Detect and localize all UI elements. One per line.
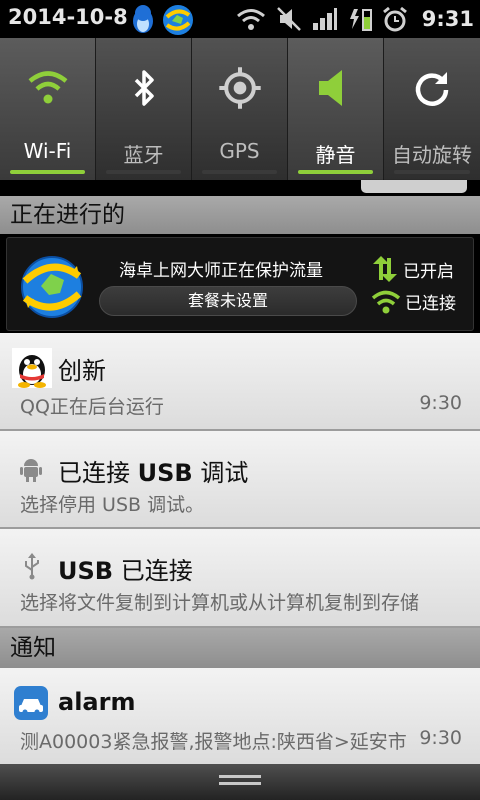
notification-usb-connected[interactable]: USB 已连接 选择将文件复制到计算机或从计算机复制到存储	[0, 529, 480, 628]
wifi-icon	[371, 290, 401, 314]
toggle-state-indicator	[394, 170, 470, 174]
promo-title: 海卓上网大师正在保护流量	[119, 261, 323, 281]
quick-toggle-label: GPS	[219, 139, 260, 163]
quick-settings-panel: Wi-Fi 蓝牙 GPS 静音 自动旋转	[0, 38, 480, 180]
charging-battery-icon	[349, 9, 372, 31]
toggle-state-indicator	[106, 170, 181, 174]
quick-toggle-label: 蓝牙	[123, 143, 164, 167]
quick-toggle-wifi[interactable]: Wi-Fi	[0, 38, 96, 180]
wifi-status-row: 已连接	[371, 286, 456, 316]
quick-toggle-bluetooth[interactable]: 蓝牙	[96, 38, 192, 180]
title-bold-text: USB	[58, 557, 114, 585]
auto-rotate-icon	[415, 72, 449, 106]
toggle-state-indicator	[298, 170, 373, 174]
title-text: 已连接	[113, 557, 193, 585]
quick-toggle-label: 自动旋转	[392, 143, 472, 167]
notification-text: 测A00003紧急报警,报警地点:陕西省>延安市	[20, 731, 407, 753]
toggle-state-indicator	[10, 170, 85, 174]
quick-toggle-silent[interactable]: 静音	[288, 38, 384, 180]
qq-penguin-icon	[133, 5, 153, 33]
notification-title: 创新	[58, 357, 106, 385]
notification-title: alarm	[58, 688, 136, 716]
grip-line	[219, 782, 261, 785]
quick-toggle-auto-rotate[interactable]: 自动旋转	[384, 38, 480, 180]
usb-icon	[25, 553, 39, 580]
data-status-label: 已开启	[403, 261, 454, 282]
status-date: 2014-10-8	[8, 5, 128, 29]
notification-alarm[interactable]: alarm 测A00003紧急报警,报警地点:陕西省>延安市 9:30	[0, 668, 480, 764]
wifi-icon	[28, 71, 68, 104]
wifi-status-label: 已连接	[405, 293, 456, 314]
notification-text: 选择将文件复制到计算机或从计算机复制到存储	[20, 592, 420, 614]
notifications-header: 通知	[0, 628, 480, 668]
quick-toggle-gps[interactable]: GPS	[192, 38, 288, 180]
data-up-down-icon	[373, 256, 397, 282]
bluetooth-icon	[134, 70, 154, 106]
title-text: 已连接	[58, 459, 138, 487]
notification-usb-debugging[interactable]: 已连接 USB 调试 选择停用 USB 调试。	[0, 431, 480, 529]
traffic-guard-notification[interactable]: 海卓上网大师正在保护流量 套餐未设置 已开启 已连接	[6, 237, 474, 331]
grip-line	[219, 775, 261, 778]
plan-setup-button[interactable]: 套餐未设置	[99, 286, 357, 316]
globe-sync-icon	[163, 5, 193, 35]
silent-speaker-icon	[319, 70, 342, 106]
globe-sync-icon	[21, 256, 83, 318]
quick-toggle-label: 静音	[315, 143, 356, 167]
mute-icon	[276, 7, 301, 31]
wifi-signal-icon	[236, 9, 265, 30]
title-bold-text: USB	[137, 459, 193, 487]
notification-text: QQ正在后台运行	[20, 396, 164, 418]
cell-signal-icon	[312, 8, 337, 30]
notification-text: 选择停用 USB 调试。	[20, 494, 205, 516]
notification-title: 已连接 USB 调试	[58, 453, 248, 488]
gps-icon	[219, 67, 261, 109]
notification-time: 9:30	[419, 392, 462, 414]
alarm-clock-icon	[382, 6, 407, 32]
panel-handle-tab[interactable]	[361, 180, 467, 193]
toggle-state-indicator	[202, 170, 277, 174]
notification-qq[interactable]: 创新 QQ正在后台运行 9:30	[0, 333, 480, 431]
notification-time: 9:30	[419, 727, 462, 749]
quick-toggle-label: Wi-Fi	[23, 139, 72, 163]
status-bar: 2014-10-8 9:31	[0, 0, 480, 38]
android-debug-icon	[20, 459, 42, 482]
status-time: 9:31	[421, 7, 474, 31]
qq-penguin-icon	[12, 348, 52, 388]
drag-handle-bar[interactable]	[0, 764, 480, 800]
title-text: 调试	[192, 459, 249, 487]
ongoing-header: 正在进行的	[0, 196, 480, 234]
data-status-row: 已开启	[371, 254, 454, 284]
car-alarm-icon	[14, 686, 48, 720]
notification-title: USB 已连接	[58, 551, 193, 586]
